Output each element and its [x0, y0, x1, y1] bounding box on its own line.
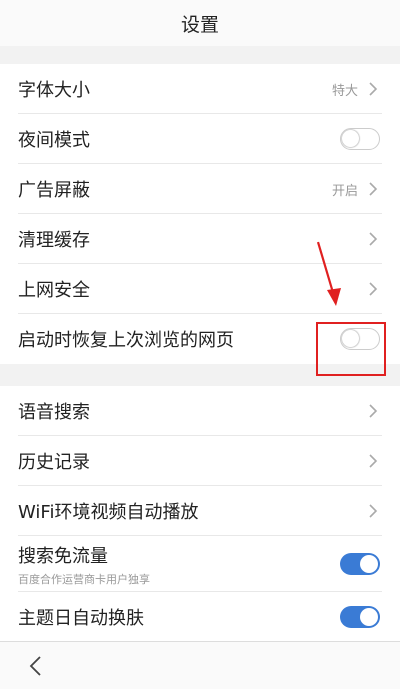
free-data-search-toggle[interactable] — [340, 553, 380, 575]
setting-wifi-autoplay[interactable]: WiFi环境视频自动播放 — [0, 486, 400, 536]
chevron-right-icon — [369, 504, 378, 518]
theme-auto-skin-toggle[interactable] — [340, 606, 380, 628]
chevron-right-icon — [369, 282, 378, 296]
chevron-right-icon — [369, 232, 378, 246]
setting-free-data-search: 搜索免流量 百度合作运营商卡用户独享 — [0, 536, 400, 592]
setting-label: WiFi环境视频自动播放 — [18, 502, 199, 523]
chevron-right-icon — [369, 404, 378, 418]
night-mode-toggle[interactable] — [340, 128, 380, 150]
settings-group-2: 语音搜索 历史记录 WiFi环境视频自动播放 搜索免流量 百度合作运营商卡用户独… — [0, 386, 400, 642]
section-gap — [0, 46, 400, 64]
setting-value: 开启 — [331, 183, 358, 199]
setting-label: 广告屏蔽 — [18, 180, 90, 201]
setting-ad-block[interactable]: 广告屏蔽 开启 — [0, 164, 400, 214]
bottom-toolbar — [0, 641, 400, 689]
page-title: 设置 — [180, 13, 219, 36]
setting-label: 夜间模式 — [18, 130, 90, 151]
setting-sublabel: 百度合作运营商卡用户独享 — [18, 572, 150, 586]
settings-group-1: 字体大小 特大 夜间模式 广告屏蔽 开启 清理缓存 上网安全 启动时恢复上次浏览… — [0, 64, 400, 364]
setting-label: 启动时恢复上次浏览的网页 — [18, 330, 234, 351]
chevron-right-icon — [369, 182, 378, 196]
setting-font-size[interactable]: 字体大小 特大 — [0, 64, 400, 114]
setting-label: 搜索免流量 — [18, 545, 108, 567]
back-arrow-icon[interactable] — [28, 655, 44, 677]
annotation-arrow-icon — [316, 241, 341, 306]
chevron-right-icon — [369, 82, 378, 96]
setting-theme-auto-skin: 主题日自动换肤 — [0, 592, 400, 642]
chevron-right-icon — [369, 454, 378, 468]
setting-history[interactable]: 历史记录 — [0, 436, 400, 486]
setting-label: 上网安全 — [18, 280, 90, 301]
setting-label: 历史记录 — [18, 452, 90, 473]
setting-night-mode: 夜间模式 — [0, 114, 400, 164]
setting-label: 主题日自动换肤 — [18, 608, 144, 629]
annotation-highlight-box — [316, 322, 386, 376]
header-bar: 设置 — [0, 0, 400, 46]
setting-value: 特大 — [331, 83, 358, 99]
setting-voice-search[interactable]: 语音搜索 — [0, 386, 400, 436]
setting-label: 字体大小 — [18, 80, 90, 101]
setting-label: 语音搜索 — [18, 402, 90, 423]
setting-label: 清理缓存 — [18, 230, 90, 251]
